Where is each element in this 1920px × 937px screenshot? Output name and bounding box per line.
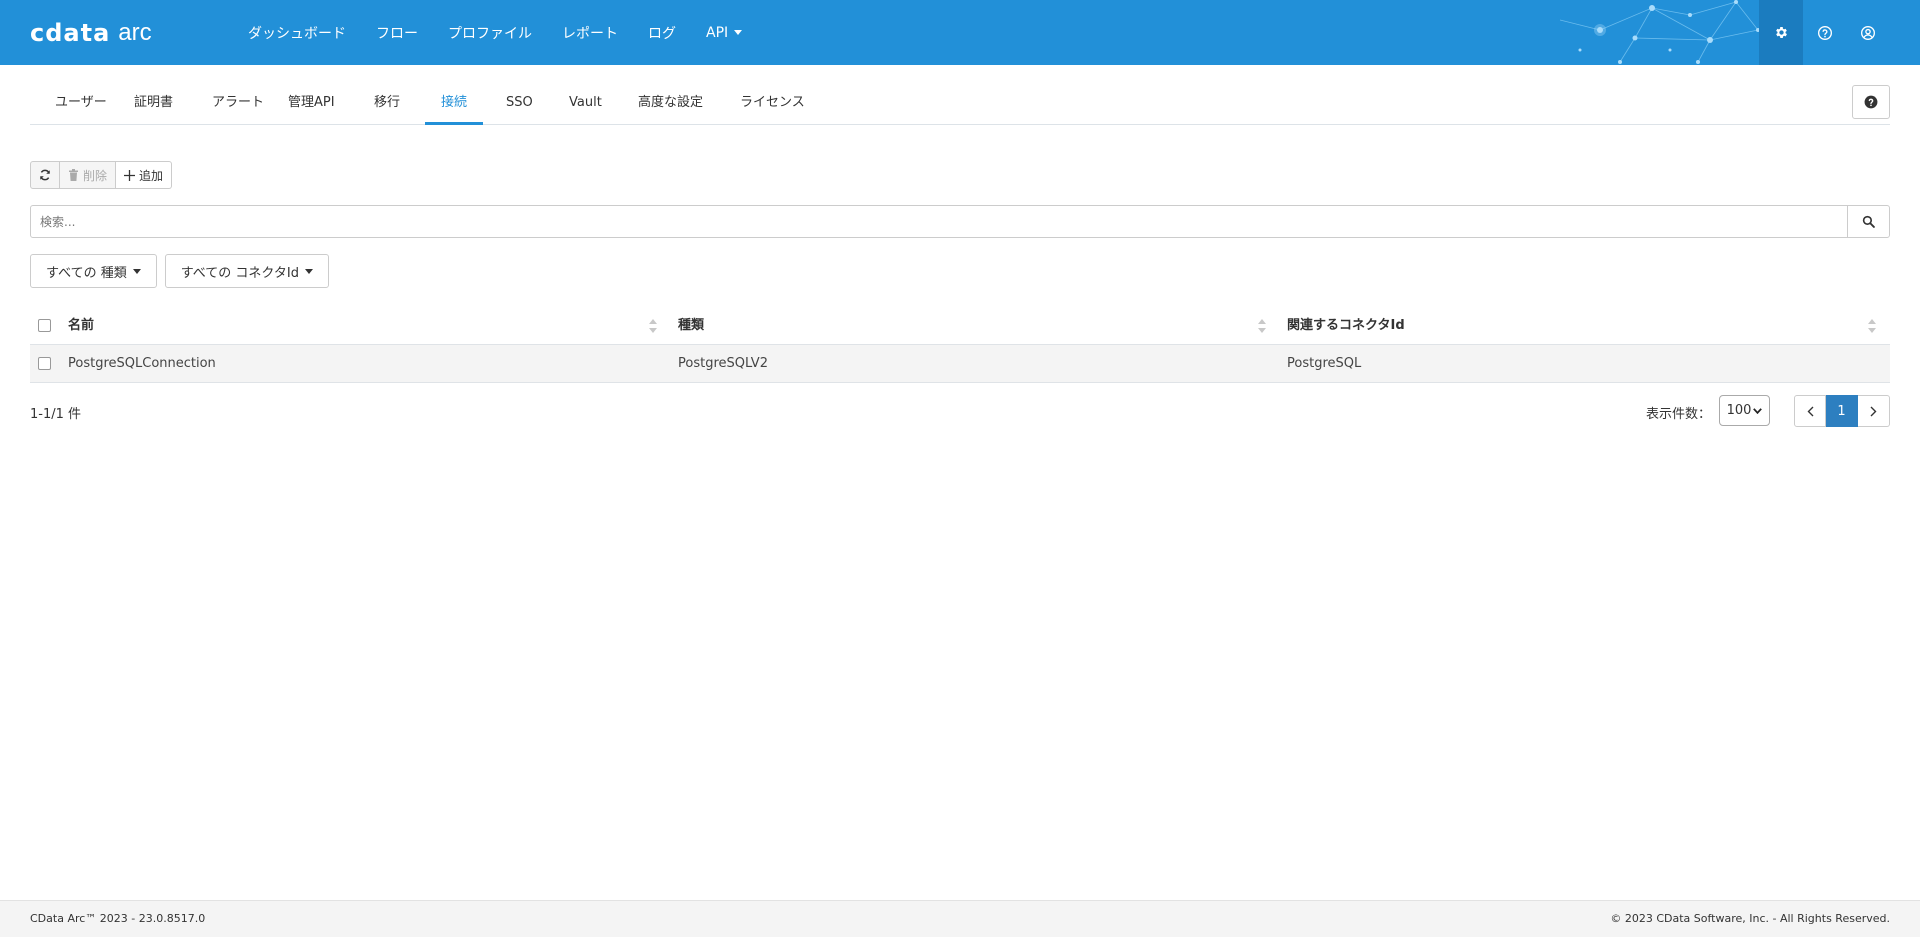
tab-certificates[interactable]: 証明書 bbox=[134, 85, 173, 125]
delete-button[interactable]: 削除 bbox=[60, 161, 117, 189]
add-label: 追加 bbox=[139, 168, 164, 183]
table-header-row: 名前 種類 関連するコネクタId bbox=[30, 307, 1890, 345]
tab-alerts[interactable]: アラート bbox=[212, 85, 264, 125]
chevron-down-icon bbox=[1753, 407, 1763, 414]
user-account-button[interactable] bbox=[1846, 0, 1890, 65]
select-all-checkbox[interactable] bbox=[38, 319, 51, 332]
page-size-label: 表示件数： bbox=[1646, 407, 1712, 422]
page-size-select[interactable]: 100 bbox=[1719, 395, 1770, 426]
connections-table: 名前 種類 関連するコネクタId PostgreSQLConnection Po… bbox=[30, 307, 1890, 383]
table-row[interactable]: PostgreSQLConnection PostgreSQLV2 Postgr… bbox=[30, 345, 1890, 383]
delete-label: 削除 bbox=[83, 168, 108, 183]
search-input[interactable] bbox=[31, 206, 1847, 237]
sort-connector-icon[interactable] bbox=[1868, 319, 1876, 333]
nav-logs[interactable]: ログ bbox=[648, 23, 676, 43]
chevron-down-icon bbox=[132, 268, 141, 274]
top-navbar: cdata arc ダッシュボード フロー プロファイル レポート ログ API bbox=[0, 0, 1920, 65]
network-decoration-image bbox=[1560, 0, 1760, 64]
tab-connections[interactable]: 接続 bbox=[425, 85, 484, 125]
connector-id-cell: PostgreSQL bbox=[1287, 356, 1362, 371]
copyright-text: © 2023 CData Software, Inc. - All Rights… bbox=[1610, 912, 1890, 925]
search-icon bbox=[1862, 215, 1875, 228]
column-header-name[interactable]: 名前 bbox=[68, 307, 94, 345]
sort-type-icon[interactable] bbox=[1258, 319, 1266, 333]
nav-api-label: API bbox=[706, 24, 729, 41]
chevron-down-icon bbox=[734, 30, 743, 35]
page-button-current[interactable]: 1 bbox=[1826, 395, 1858, 427]
trash-icon bbox=[69, 169, 78, 181]
chevron-left-icon bbox=[1807, 406, 1813, 416]
next-page-button[interactable] bbox=[1858, 395, 1890, 427]
chevron-right-icon bbox=[1870, 406, 1877, 416]
tab-admin-api[interactable]: 管理API bbox=[288, 85, 335, 125]
column-header-connector-id[interactable]: 関連するコネクタId bbox=[1287, 307, 1405, 345]
tab-advanced-settings[interactable]: 高度な設定 bbox=[638, 85, 703, 125]
pagination: 1 bbox=[1794, 395, 1890, 427]
tab-vault[interactable]: Vault bbox=[569, 85, 602, 125]
add-button[interactable]: 追加 bbox=[116, 161, 173, 189]
question-circle-icon bbox=[1818, 25, 1832, 40]
column-header-type[interactable]: 種類 bbox=[678, 307, 704, 345]
refresh-button[interactable] bbox=[30, 161, 60, 189]
settings-tabs: ユーザー 証明書 アラート 管理API 移行 接続 SSO Vault 高度な設… bbox=[30, 85, 1890, 125]
filter-bar: すべての 種類 すべての コネクタId bbox=[30, 254, 337, 288]
footer: CData Arc™ 2023 - 23.0.8517.0 © 2023 CDa… bbox=[0, 900, 1920, 937]
page-size-value: 100 bbox=[1726, 403, 1752, 418]
settings-button[interactable] bbox=[1759, 0, 1803, 65]
type-filter-dropdown[interactable]: すべての 種類 bbox=[30, 254, 157, 288]
search-button[interactable] bbox=[1847, 206, 1889, 237]
type-filter-label: すべての 種類 bbox=[46, 265, 127, 281]
record-count: 1-1/1 件 bbox=[30, 407, 82, 422]
user-circle-icon bbox=[1861, 25, 1875, 40]
sort-name-icon[interactable] bbox=[649, 319, 657, 333]
connection-type-cell: PostgreSQLV2 bbox=[678, 356, 768, 371]
chevron-down-icon bbox=[304, 268, 313, 274]
connector-filter-label: すべての コネクタId bbox=[180, 265, 299, 281]
main-navigation: ダッシュボード フロー プロファイル レポート ログ API bbox=[248, 0, 772, 65]
connection-toolbar: 削除 追加 bbox=[30, 161, 173, 189]
cdata-arc-logo[interactable]: cdata arc bbox=[30, 18, 152, 48]
help-menu-button[interactable] bbox=[1803, 0, 1847, 65]
plus-icon bbox=[124, 169, 136, 181]
version-text: CData Arc™ 2023 - 23.0.8517.0 bbox=[30, 912, 206, 925]
tab-sso[interactable]: SSO bbox=[506, 85, 533, 125]
nav-api-dropdown[interactable]: API bbox=[706, 24, 743, 41]
logo-cdata-text: cdata bbox=[30, 19, 111, 47]
gear-icon bbox=[1775, 27, 1787, 38]
logo-arc-text: arc bbox=[118, 19, 152, 46]
tab-migration[interactable]: 移行 bbox=[374, 85, 400, 125]
connector-filter-dropdown[interactable]: すべての コネクタId bbox=[164, 254, 329, 288]
tab-users[interactable]: ユーザー bbox=[55, 85, 107, 125]
tab-license[interactable]: ライセンス bbox=[740, 85, 805, 125]
question-circle-icon bbox=[1864, 95, 1878, 109]
nav-flows[interactable]: フロー bbox=[376, 23, 418, 43]
nav-dashboard[interactable]: ダッシュボード bbox=[248, 23, 346, 43]
nav-profile[interactable]: プロファイル bbox=[448, 23, 532, 43]
row-checkbox[interactable] bbox=[38, 357, 51, 370]
page-help-button[interactable] bbox=[1852, 85, 1890, 119]
search-bar bbox=[30, 205, 1890, 238]
previous-page-button[interactable] bbox=[1794, 395, 1826, 427]
connection-name-cell[interactable]: PostgreSQLConnection bbox=[68, 345, 216, 383]
refresh-icon bbox=[40, 169, 50, 181]
nav-reports[interactable]: レポート bbox=[562, 23, 618, 43]
